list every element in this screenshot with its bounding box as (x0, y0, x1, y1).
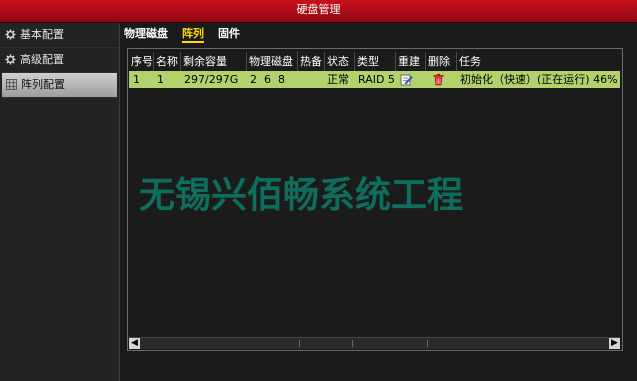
table-header: 序号 名称 剩余容量 物理磁盘 热备 状态 类型 重建 删除 任务 (128, 52, 622, 71)
sidebar-item-array-config[interactable]: 阵列配置 (2, 73, 117, 98)
edit-icon[interactable] (400, 73, 413, 86)
scroll-tick (427, 340, 428, 347)
table-row[interactable]: 1 1 297/297G 2 6 8 正常 RAID 5 初始化（快速）(正在运… (129, 71, 620, 88)
sidebar-item-label: 高级配置 (20, 53, 64, 66)
scroll-left-arrow-icon[interactable]: ◀ (129, 338, 140, 349)
tab-array[interactable]: 阵列 (182, 25, 204, 43)
window-title: 硬盘管理 (296, 3, 341, 16)
column-header-name: 名称 (153, 52, 181, 71)
window-title-bar: 硬盘管理 (0, 0, 637, 23)
column-header-hot-spare: 热备 (297, 52, 325, 71)
column-header-type: 类型 (354, 52, 397, 71)
cell-free-capacity: 297/297G (184, 73, 239, 86)
tab-physical-disk[interactable]: 物理磁盘 (124, 25, 168, 43)
column-header-free-capacity: 剩余容量 (180, 52, 248, 71)
grid-icon (6, 79, 17, 90)
column-header-index: 序号 (131, 55, 153, 68)
sidebar-item-advanced-config[interactable]: 高级配置 (0, 48, 119, 73)
trash-icon[interactable] (432, 73, 445, 86)
sidebar-item-label: 阵列配置 (21, 78, 65, 91)
cell-index: 1 (133, 73, 140, 86)
column-header-task: 任务 (456, 52, 619, 71)
tab-bar: 物理磁盘 阵列 固件 (124, 25, 254, 43)
cell-name: 1 (157, 73, 164, 86)
horizontal-scrollbar[interactable]: ◀ ▶ (129, 337, 620, 349)
sidebar: 基本配置 高级配置 阵列配置 (0, 23, 120, 381)
watermark-text: 无锡兴佰畅系统工程 (139, 175, 464, 216)
tab-firmware[interactable]: 固件 (218, 25, 240, 43)
sidebar-item-label: 基本配置 (20, 28, 64, 41)
cell-status: 正常 (327, 73, 349, 86)
cell-task: 初始化（快速）(正在运行) 46% (460, 73, 618, 86)
cell-physical-disks: 2 6 8 (250, 73, 285, 86)
gear-icon (5, 29, 16, 40)
sidebar-item-basic-config[interactable]: 基本配置 (0, 23, 119, 48)
column-header-physical-disks: 物理磁盘 (246, 52, 298, 71)
cell-type: RAID 5 (358, 73, 395, 86)
scroll-tick (352, 340, 353, 347)
scroll-right-arrow-icon[interactable]: ▶ (609, 338, 620, 349)
scroll-tick (299, 340, 300, 347)
column-header-delete: 删除 (425, 52, 456, 71)
gear-icon (5, 54, 16, 65)
column-header-status: 状态 (324, 52, 355, 71)
column-header-rebuild: 重建 (395, 52, 426, 71)
